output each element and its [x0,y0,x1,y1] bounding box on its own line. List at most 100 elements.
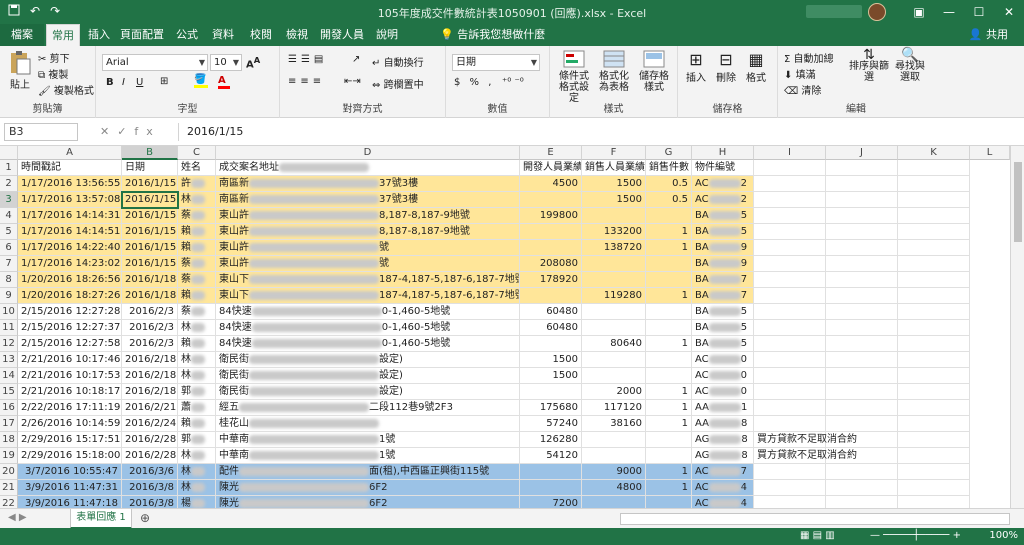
decimal-icons[interactable]: ⁺⁰ ⁻⁰ [502,77,524,88]
grid-cell[interactable]: 2016/3/6 [122,464,178,480]
grid-cell[interactable]: AC 7 [692,464,754,480]
grid-cell[interactable] [646,256,692,272]
grid-cell[interactable] [826,176,898,192]
number-format-select[interactable]: 日期 ▼ [452,54,540,71]
row-header[interactable]: 11 [0,320,18,336]
name-box[interactable]: B3 [4,123,78,141]
horizontal-scrollbar[interactable] [620,513,1010,525]
grid-cell[interactable] [754,320,826,336]
grid-cell[interactable]: 2016/2/18 [122,384,178,400]
tab-home[interactable]: 常用 [46,24,80,46]
grid-cell[interactable] [646,448,692,464]
grid-cell[interactable]: 銷售人員業績 [582,160,646,176]
grid-cell[interactable]: 配件 面(租),中西區正興街115號 [216,464,520,480]
grid-cell[interactable] [898,416,970,432]
grid-cell[interactable] [826,464,898,480]
grid-cell[interactable]: AC 2 [692,176,754,192]
column-header[interactable]: C [178,146,216,160]
grid-cell[interactable]: 7200 [520,496,582,508]
grid-cell[interactable] [898,304,970,320]
grid-cell[interactable] [520,192,582,208]
grid-cell[interactable] [754,384,826,400]
grid-cell[interactable] [646,496,692,508]
grid-cell[interactable]: 84快速 0-1,460-5地號 [216,320,520,336]
grid-cell[interactable]: 蕭 [178,400,216,416]
grid-cell[interactable]: 1/17/2016 14:14:51 [18,224,122,240]
autosum-button[interactable]: Σ 自動加總 [784,50,834,65]
grid-cell[interactable] [520,464,582,480]
fill-button[interactable]: ⬇ 填滿 [784,66,816,81]
grid-cell[interactable] [898,176,970,192]
grid-cell[interactable] [898,288,970,304]
grid-cell[interactable] [826,432,898,448]
worksheet-grid[interactable]: A B C D E F G H I J K L 1 時間戳記 日期 姓名 成交案名地址 開發人員業績 銷售人員業績銷… [0,146,1024,508]
insert-cells-button[interactable]: ⊞ 插入 [686,50,706,84]
row-header[interactable]: 1 [0,160,18,176]
grid-cell[interactable] [898,272,970,288]
grid-cell[interactable] [898,448,970,464]
zoom-slider[interactable]: — ─────┼───── + [870,530,961,541]
grid-cell[interactable]: 133200 [582,224,646,240]
grid-cell[interactable]: 買方貸款不足取消合約 [754,432,857,448]
grid-cell[interactable]: AC 0 [692,352,754,368]
grid-cell[interactable]: 80640 [582,336,646,352]
grid-cell[interactable] [754,272,826,288]
row-header[interactable]: 3 [0,192,18,208]
grid-cell[interactable]: BA 9 [692,240,754,256]
grid-cell[interactable]: 陳光 6F2 [216,496,520,508]
grid-cell[interactable] [754,288,826,304]
grid-cell[interactable]: 陳光 6F2 [216,480,520,496]
grid-cell[interactable]: 126280 [520,432,582,448]
grow-font-button[interactable]: AA [246,55,260,70]
grid-cell[interactable]: 119280 [582,288,646,304]
grid-cell[interactable]: 4800 [582,480,646,496]
grid-cell[interactable] [754,416,826,432]
grid-cell[interactable]: 1/17/2016 14:14:31 [18,208,122,224]
tab-page-layout[interactable]: 頁面配置 [118,24,166,46]
grid-cell[interactable] [646,352,692,368]
row-header[interactable]: 2 [0,176,18,192]
grid-cell[interactable]: 1/17/2016 14:23:02 [18,256,122,272]
grid-cell[interactable] [582,432,646,448]
ribbon-display-icon[interactable]: ▣ [904,0,934,24]
column-header[interactable]: F [582,146,646,160]
grid-cell[interactable]: 1 [646,240,692,256]
grid-cell[interactable] [520,224,582,240]
view-mode-icons[interactable]: ▦ ▤ ▥ [800,530,835,541]
grid-cell[interactable]: 1/17/2016 14:22:40 [18,240,122,256]
grid-cell[interactable] [826,352,898,368]
column-header[interactable]: H [692,146,754,160]
grid-cell[interactable]: 208080 [520,256,582,272]
grid-cell[interactable]: 2016/2/3 [122,320,178,336]
bold-button[interactable]: B [106,77,114,88]
grid-cell[interactable]: BA 5 [692,320,754,336]
font-family-select[interactable]: Arial ▼ [102,54,208,71]
tab-review[interactable]: 校閱 [246,24,276,46]
grid-cell[interactable] [826,304,898,320]
border-icon[interactable]: ⊞ [160,76,168,87]
grid-cell[interactable] [754,368,826,384]
row-header[interactable]: 5 [0,224,18,240]
grid-cell[interactable] [754,480,826,496]
vertical-scrollbar[interactable] [1010,146,1024,508]
grid-cell[interactable] [754,240,826,256]
grid-cell[interactable]: 60480 [520,304,582,320]
find-select-button[interactable]: 🔍 尋找與選取 [892,48,928,83]
grid-cell[interactable] [754,160,826,176]
grid-cell[interactable]: 1 [646,400,692,416]
grid-cell[interactable]: BA 5 [692,208,754,224]
grid-cell[interactable] [582,304,646,320]
row-header[interactable]: 22 [0,496,18,508]
grid-cell[interactable] [826,448,898,464]
tab-developer[interactable]: 開發人員 [318,24,366,46]
align-top-icons[interactable]: ☰☰▤ [288,54,327,65]
grid-cell[interactable] [582,256,646,272]
grid-cell[interactable]: 中華南 1號 [216,432,520,448]
grid-cell[interactable]: 蔡 [178,272,216,288]
grid-cell[interactable] [898,496,970,508]
grid-cell[interactable] [826,208,898,224]
grid-cell[interactable]: 2000 [582,384,646,400]
grid-cell[interactable]: BA 5 [692,224,754,240]
row-header[interactable]: 6 [0,240,18,256]
format-cells-button[interactable]: ▦ 格式 [746,50,766,84]
